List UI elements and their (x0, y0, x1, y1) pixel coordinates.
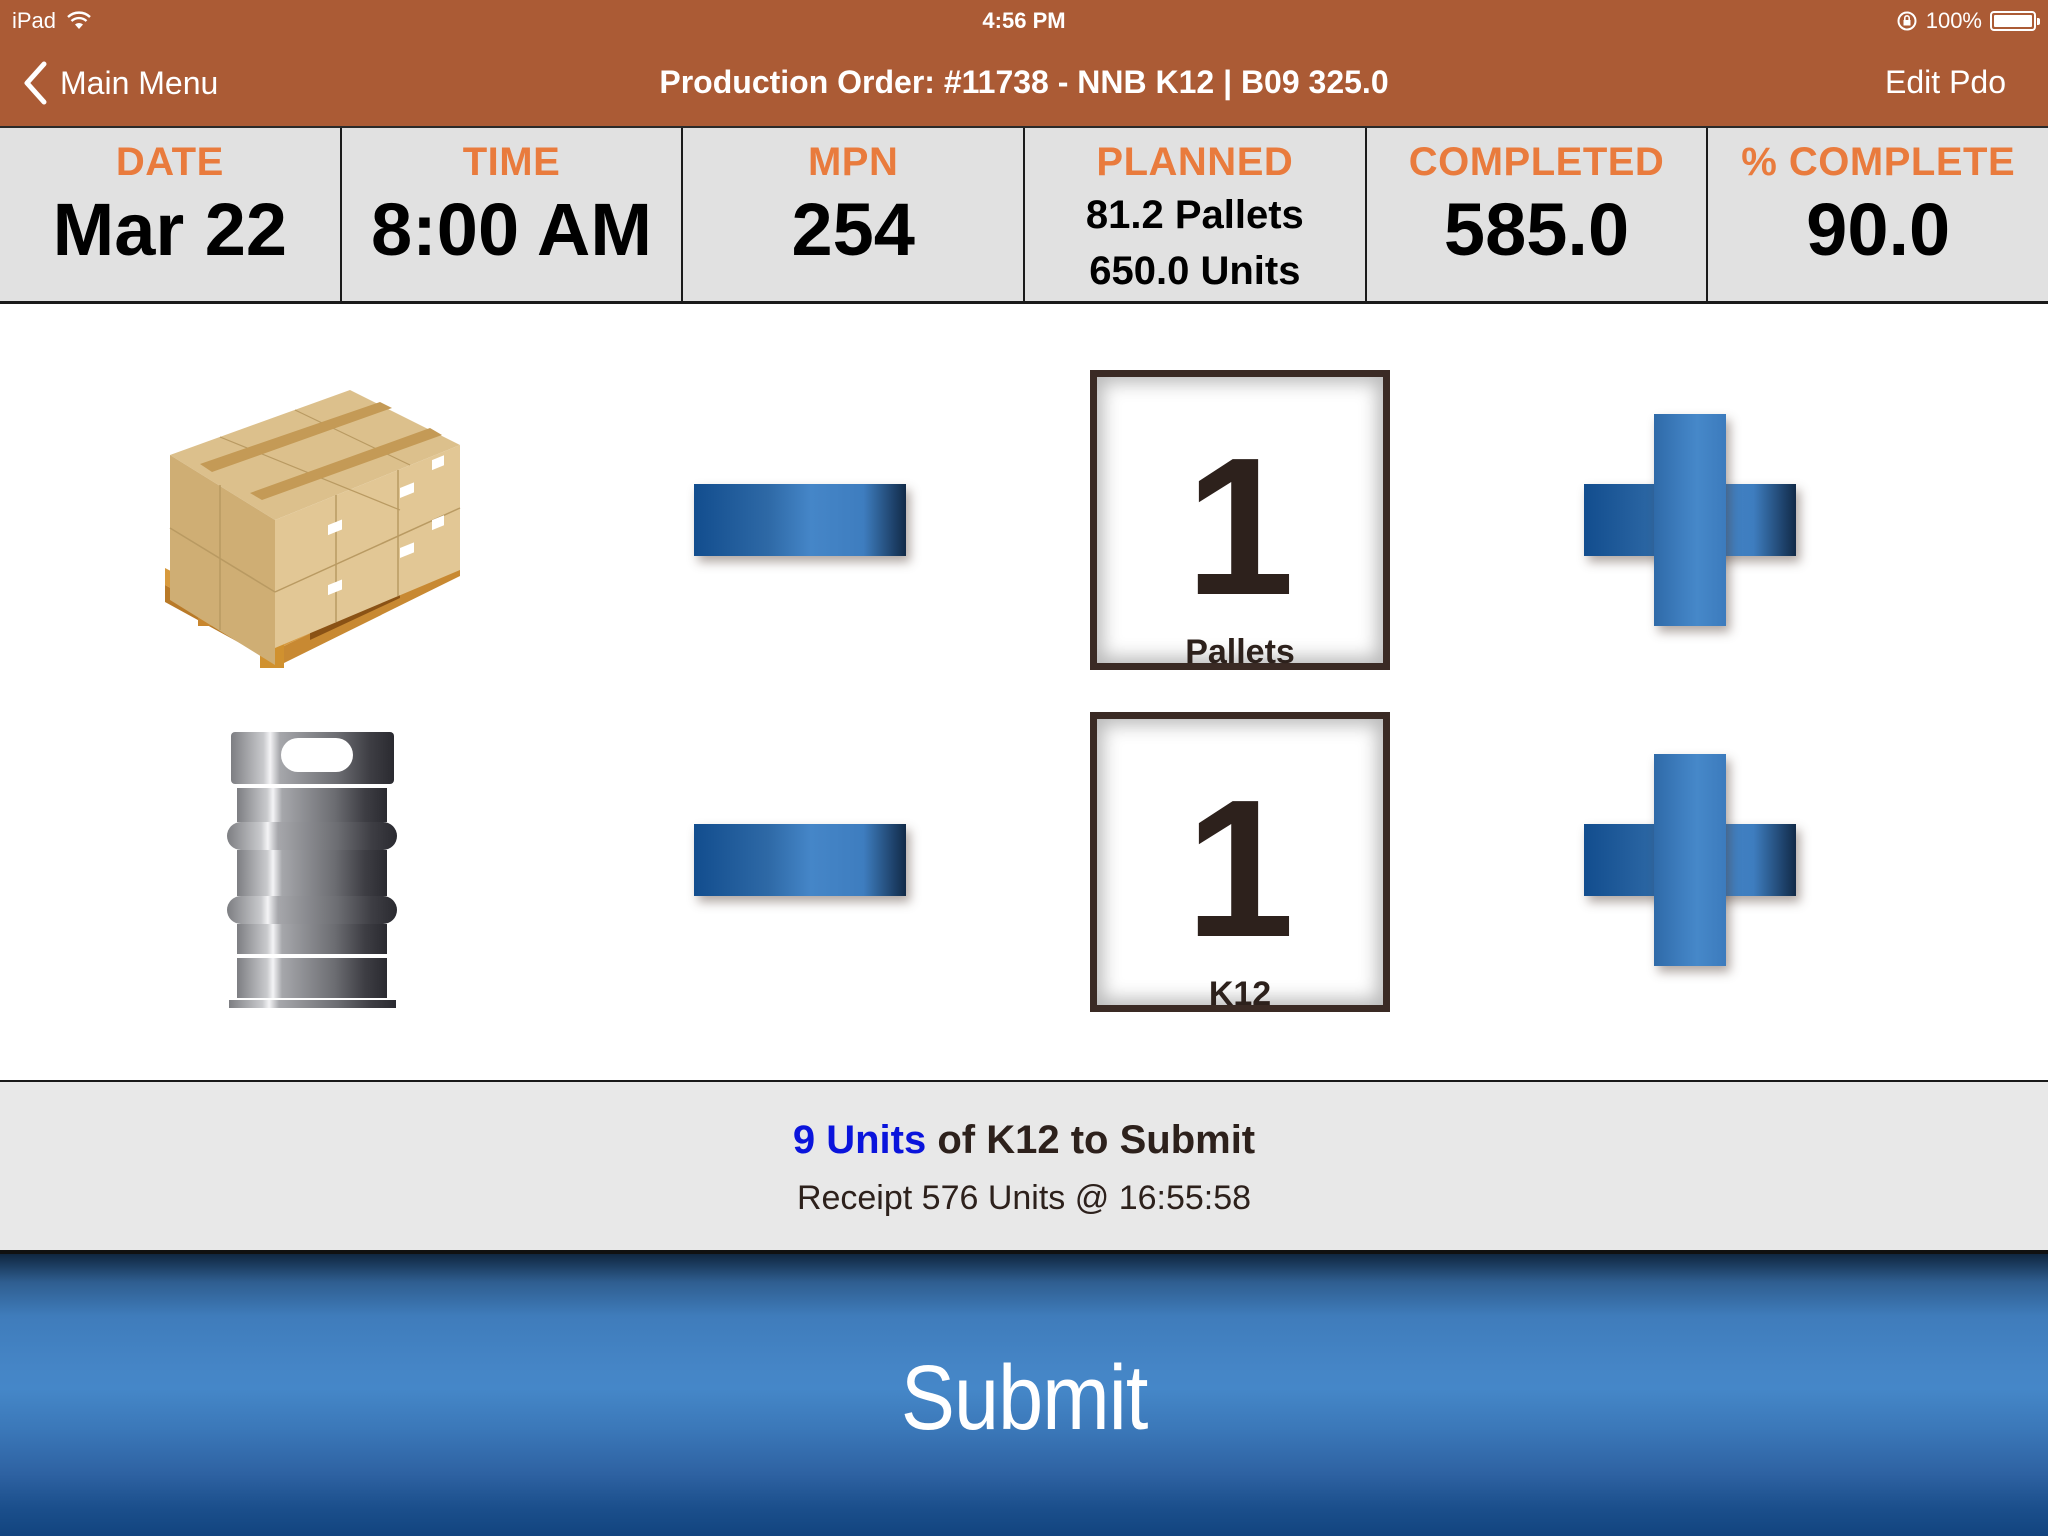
units-to-submit: 9 Units of K12 to Submit (0, 1118, 2048, 1163)
keg-decrement-button[interactable] (694, 824, 906, 896)
stat-value: Mar 22 (52, 188, 288, 271)
plus-icon-vertical (1654, 754, 1726, 966)
stat-label: MPN (807, 140, 899, 184)
stat-label: PLANNED (1096, 140, 1294, 184)
stat-value: 90.0 (1806, 188, 1951, 271)
stat-time: TIME 8:00 AM (342, 128, 684, 301)
pallet-entry-row: 1 Pallets (0, 360, 2048, 671)
stat-percent-complete: % COMPLETE 90.0 (1708, 128, 2048, 301)
main-menu-back-button[interactable]: Main Menu (22, 60, 218, 106)
pallet-icon (165, 390, 461, 668)
status-bar: iPad 4:56 PM 100% (0, 6, 2048, 38)
pallet-unit-label: Pallets (1185, 633, 1295, 671)
chevron-left-icon (24, 61, 47, 105)
stat-label: COMPLETED (1408, 140, 1665, 184)
units-highlight: 9 Units (792, 1118, 927, 1162)
keg-increment-button[interactable] (1584, 754, 1796, 966)
stat-value-units: 650.0 Units (1089, 249, 1301, 293)
plus-icon-vertical (1654, 414, 1726, 626)
stat-value: 8:00 AM (371, 188, 653, 271)
pallet-counter[interactable]: 1 Pallets (1090, 370, 1390, 671)
clock: 4:56 PM (982, 8, 1066, 33)
pallet-increment-button[interactable] (1584, 414, 1796, 626)
submit-label: Submit (900, 1347, 1149, 1449)
stat-value: 585.0 (1443, 188, 1630, 271)
stat-mpn: MPN 254 (683, 128, 1026, 301)
page-title: Production Order: #11738 - NNB K12 | B09… (659, 64, 1389, 100)
keg-entry-row: 1 K12 (0, 700, 2048, 1013)
order-stats: DATE Mar 22 TIME 8:00 AM MPN 254 PLANNED… (0, 128, 2048, 304)
pallet-decrement-button[interactable] (694, 484, 906, 556)
units-rest: of K12 to Submit (926, 1118, 1256, 1162)
stat-label: DATE (115, 140, 224, 184)
battery-percent: 100% (1925, 8, 1982, 33)
navigation-bar: Main Menu Production Order: #11738 - NNB… (0, 50, 2048, 116)
stat-date: DATE Mar 22 (0, 128, 342, 301)
stat-label: TIME (462, 140, 561, 184)
keg-unit-label: K12 (1208, 975, 1272, 1013)
stat-value-pallets: 81.2 Pallets (1085, 193, 1304, 237)
stat-planned: PLANNED 81.2 Pallets 650.0 Units (1025, 128, 1367, 301)
edit-pdo-button[interactable]: Edit Pdo (1885, 64, 2006, 101)
rotation-lock-icon (1897, 11, 1917, 31)
top-bar: iPad 4:56 PM 100% Main Menu Production O… (0, 0, 2048, 128)
keg-icon (227, 732, 397, 1008)
battery-icon (1990, 11, 2040, 31)
back-label: Main Menu (60, 64, 219, 101)
pallet-count: 1 (1185, 417, 1295, 636)
stat-label: % COMPLETE (1741, 140, 2016, 184)
keg-counter[interactable]: 1 K12 (1090, 712, 1390, 1013)
submit-button[interactable]: Submit (0, 1254, 2048, 1536)
stat-completed: COMPLETED 585.0 (1367, 128, 1709, 301)
last-receipt: Receipt 576 Units @ 16:55:58 (796, 1179, 1252, 1217)
keg-count: 1 (1185, 759, 1295, 978)
submission-summary: 9 Units of K12 to Submit Receipt 576 Uni… (0, 1080, 2048, 1254)
stat-value: 254 (791, 188, 915, 271)
